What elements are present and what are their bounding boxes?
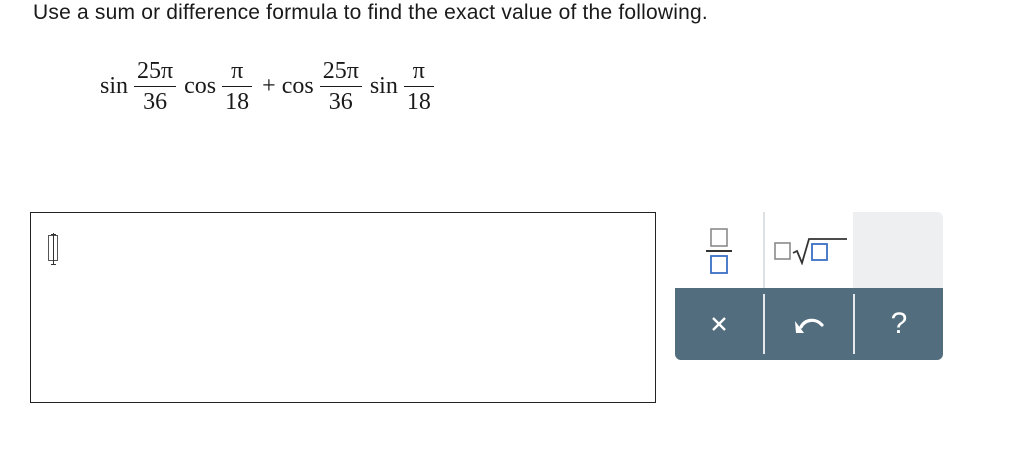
fraction-1-numerator: 25π: [137, 58, 174, 84]
answer-input[interactable]: [30, 212, 656, 403]
palette-template-row: [675, 212, 943, 288]
fraction-2: π 18: [222, 58, 253, 116]
help-icon: ?: [890, 307, 908, 340]
sqrt-button[interactable]: [765, 212, 853, 288]
caret-tick-top: [51, 234, 56, 235]
fraction-4: π 18: [403, 58, 434, 116]
fraction-icon: [706, 228, 732, 274]
fraction-3-denominator: 36: [328, 89, 353, 116]
question-text: Use a sum or difference formula to find …: [33, 1, 708, 24]
sin-function: sin: [369, 73, 398, 100]
fraction-1: 25π 36: [134, 58, 177, 116]
clear-button[interactable]: [675, 288, 763, 360]
cos-function: cos: [184, 73, 217, 100]
input-cursor-placeholder: [48, 233, 60, 265]
fraction-3-numerator: 25π: [322, 58, 359, 84]
help-button[interactable]: ?: [855, 288, 943, 360]
fraction-4-numerator: π: [412, 58, 425, 84]
close-icon: [712, 317, 726, 331]
square-root-icon: [774, 238, 847, 265]
undo-icon: [795, 318, 824, 333]
math-palette: ?: [675, 212, 943, 360]
undo-button[interactable]: [765, 288, 853, 360]
caret-tick-bottom: [51, 264, 56, 265]
fraction-3: 25π 36: [319, 58, 362, 116]
plus-operator: +: [262, 73, 276, 100]
fraction-4-denominator: 18: [406, 89, 431, 116]
cos-function: cos: [281, 73, 314, 100]
fraction-1-denominator: 36: [143, 89, 168, 116]
fraction-2-denominator: 18: [225, 89, 250, 116]
trig-expression: sin 25π 36 cos π 18 + cos 25π 36 sin π 1…: [100, 58, 442, 115]
text-caret: [53, 233, 54, 265]
fraction-button[interactable]: [675, 212, 763, 288]
fraction-2-numerator: π: [231, 58, 244, 84]
palette-action-row: ?: [675, 288, 943, 360]
sin-function: sin: [100, 73, 129, 100]
